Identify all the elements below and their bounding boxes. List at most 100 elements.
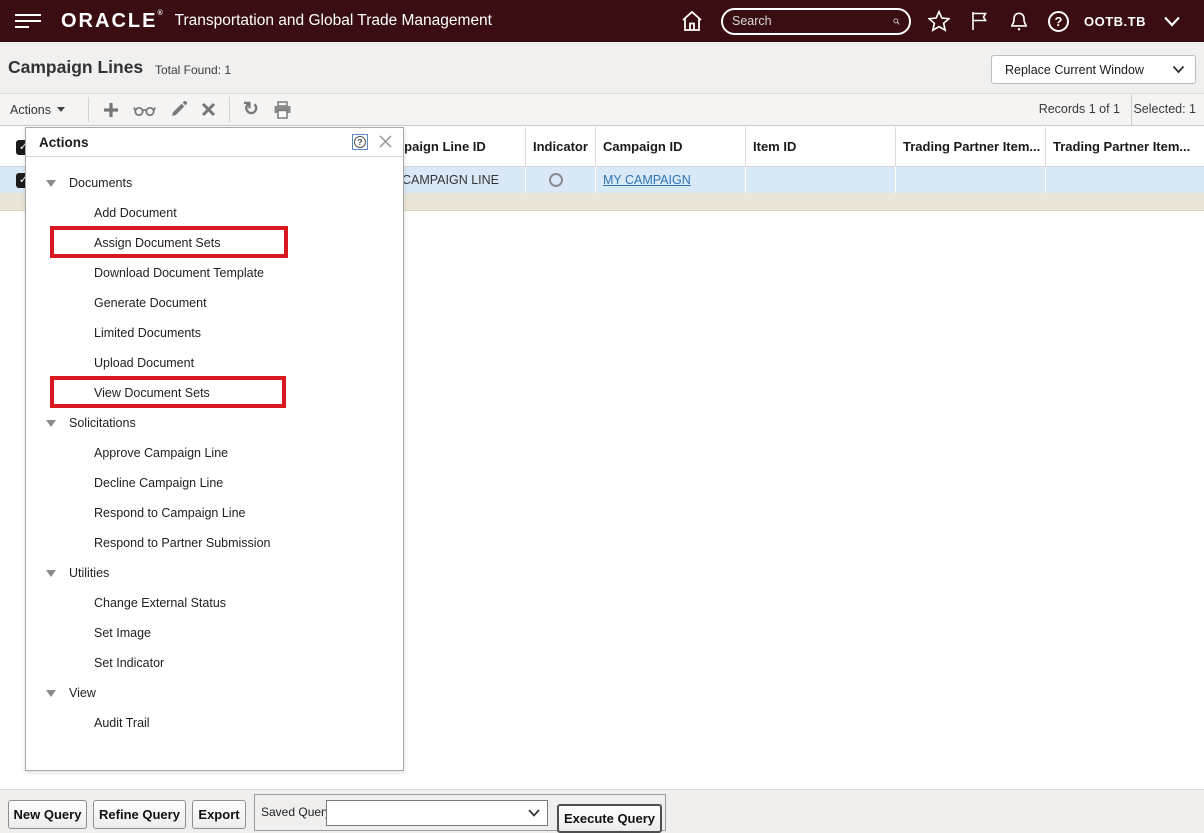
add-record-icon[interactable] [103,102,119,118]
menu-item-label: Limited Documents [94,326,201,340]
print-icon[interactable] [273,100,292,119]
toolbar-icons: ↻ [96,94,299,125]
page-title: Campaign Lines [8,57,144,77]
column-header-campaign-id[interactable]: Campaign ID [603,127,682,167]
column-separator [745,127,746,167]
refresh-icon[interactable]: ↻ [243,100,259,119]
popup-group-solicitations[interactable]: Solicitations [26,408,403,438]
favorites-star-icon[interactable] [928,10,950,32]
refine-query-button[interactable]: Refine Query [93,800,186,829]
indicator-ring-icon [549,173,563,187]
group-label: Documents [69,176,133,190]
column-header-trading-partner-item-1[interactable]: Trading Partner Item... [903,127,1040,167]
home-icon[interactable] [680,9,704,33]
menu-item-upload-document[interactable]: Upload Document [26,348,403,378]
column-header-trading-partner-item-2[interactable]: Trading Partner Item... [1053,127,1190,167]
column-separator [595,127,596,167]
column-separator [745,167,746,193]
user-menu-chevron-icon[interactable] [1163,15,1181,28]
topbar-right: ? OOTB.TB [671,7,1190,35]
popup-group-utilities[interactable]: Utilities [26,558,403,588]
menu-item-view-document-sets[interactable]: View Document Sets [26,378,403,408]
chevron-down-icon [1172,65,1185,74]
menu-item-set-image[interactable]: Set Image [26,618,403,648]
menu-item-add-document[interactable]: Add Document [26,198,403,228]
popup-close-icon[interactable] [379,135,392,148]
menu-item-limited-documents[interactable]: Limited Documents [26,318,403,348]
menu-item-decline-campaign-line[interactable]: Decline Campaign Line [26,468,403,498]
total-found-label: Total Found: 1 [155,63,232,77]
records-separator [1131,94,1132,125]
chevron-down-icon [528,809,540,817]
view-details-glasses-icon[interactable] [133,102,156,118]
menu-item-respond-to-campaign-line[interactable]: Respond to Campaign Line [26,498,403,528]
popup-help-icon[interactable]: ? [352,134,368,150]
toolbar-separator [88,97,89,122]
menu-item-label: Set Image [94,626,151,640]
menu-item-label: Audit Trail [94,716,150,730]
help-icon[interactable]: ? [1048,10,1069,32]
group-label: Solicitations [69,416,136,430]
menu-item-approve-campaign-line[interactable]: Approve Campaign Line [26,438,403,468]
caret-down-icon [57,107,65,112]
menu-item-respond-to-partner-submission[interactable]: Respond to Partner Submission [26,528,403,558]
oracle-logo: ORACLE® [61,9,165,32]
column-header-indicator[interactable]: Indicator [533,127,588,167]
menu-item-change-external-status[interactable]: Change External Status [26,588,403,618]
execute-query-button[interactable]: Execute Query [557,804,662,833]
triangle-down-icon [46,420,56,427]
group-label: View [69,686,96,700]
menu-item-assign-document-sets[interactable]: Assign Document Sets [26,228,403,258]
topbar: ORACLE® Transportation and Global Trade … [0,0,1204,42]
menu-item-generate-document[interactable]: Generate Document [26,288,403,318]
user-menu-label[interactable]: OOTB.TB [1084,14,1146,29]
new-query-button[interactable]: New Query [8,800,87,829]
menu-item-label: Respond to Campaign Line [94,506,246,520]
menu-item-label: Set Indicator [94,656,165,670]
column-separator [525,127,526,167]
menu-item-label: Assign Document Sets [94,236,221,250]
menu-item-set-indicator[interactable]: Set Indicator [26,648,403,678]
selected-count-label: Selected: 1 [1133,102,1196,116]
triangle-down-icon [46,180,56,187]
window-target-value: Replace Current Window [1005,62,1144,77]
toolbar-separator [229,97,230,122]
popup-group-documents[interactable]: Documents [26,168,403,198]
menu-item-label: Change External Status [94,596,227,610]
window-target-select[interactable]: Replace Current Window [991,55,1196,84]
saved-query-group: Saved Query: Execute Query [254,794,666,833]
popup-title: Actions [39,135,89,150]
actions-button-label: Actions [10,102,51,117]
query-footer: New Query Refine Query Export Saved Quer… [0,789,1204,833]
search-icon[interactable] [893,13,900,30]
menu-item-label: Respond to Partner Submission [94,536,271,550]
saved-query-select[interactable] [326,800,548,826]
hamburger-menu-icon[interactable] [15,10,41,32]
search-input[interactable] [732,14,893,28]
menu-item-label: Add Document [94,206,177,220]
popup-group-view[interactable]: View [26,678,403,708]
records-count-label: Records 1 of 1 [1038,102,1120,116]
column-separator [895,127,896,167]
campaign-id-link[interactable]: MY CAMPAIGN [603,167,691,193]
delete-x-icon[interactable] [201,102,216,117]
column-separator [525,167,526,193]
menu-item-download-document-template[interactable]: Download Document Template [26,258,403,288]
popup-titlebar: Actions ? [26,128,403,157]
menu-item-label: Upload Document [94,356,195,370]
column-separator [1045,167,1046,193]
notifications-bell-icon[interactable] [1008,10,1030,32]
column-separator [595,167,596,193]
menu-item-audit-trail[interactable]: Audit Trail [26,708,403,738]
column-separator [895,167,896,193]
edit-pencil-icon[interactable] [170,101,187,118]
flag-icon[interactable] [968,10,990,32]
search-box[interactable] [721,7,911,35]
grid-toolbar: Actions ↻ Records 1 of 1 Selected: 1 [0,93,1204,126]
actions-menu-button[interactable]: Actions [10,94,65,125]
menu-item-label: Download Document Template [94,266,265,280]
column-header-item-id[interactable]: Item ID [753,127,796,167]
app-title: Transportation and Global Trade Manageme… [174,12,492,29]
export-button[interactable]: Export [192,800,246,829]
group-label: Utilities [69,566,110,580]
